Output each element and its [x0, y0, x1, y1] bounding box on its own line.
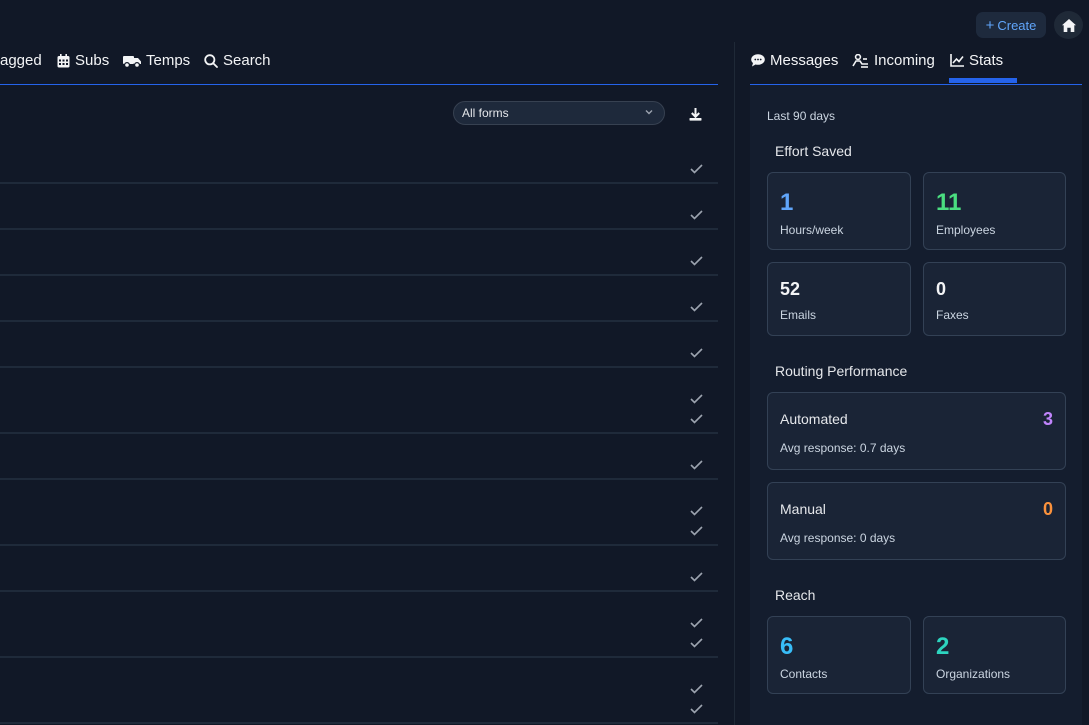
stat-card-employees: 11 Employees: [923, 172, 1066, 250]
routing-name: Automated: [780, 411, 848, 427]
create-label: Create: [997, 17, 1037, 33]
home-button[interactable]: [1054, 11, 1083, 39]
row-divider: [0, 590, 718, 592]
tab-label: Incoming: [874, 52, 935, 69]
check-icon: [690, 460, 703, 470]
check-icon: [690, 684, 703, 694]
stat-label: Emails: [780, 308, 817, 322]
check-icon: [690, 164, 703, 174]
stat-label: Hours/week: [780, 223, 844, 237]
chart-line-icon: [950, 54, 964, 67]
chat-icon: [751, 54, 765, 67]
routing-value: 3: [1042, 409, 1053, 429]
left-tab-bar: agged Subs Temps Search: [0, 40, 718, 85]
stat-card-faxes: 0 Faxes: [923, 262, 1066, 336]
stat-label: Employees: [936, 223, 996, 237]
tab-messages[interactable]: Messages: [751, 52, 838, 69]
check-icon: [690, 638, 703, 648]
check-icon: [690, 210, 703, 220]
check-icon: [690, 704, 703, 714]
row-divider: [0, 478, 718, 480]
check-icon: [690, 414, 703, 424]
tab-label: Subs: [75, 52, 110, 69]
check-icon: [690, 506, 703, 516]
tab-label: Messages: [770, 52, 839, 69]
row-divider: [0, 320, 718, 322]
download-icon: [689, 108, 702, 121]
active-tab-indicator: [949, 78, 1017, 83]
create-button[interactable]: + Create: [976, 12, 1046, 38]
row-divider: [0, 182, 718, 184]
row-divider: [0, 722, 718, 724]
stat-card-contacts: 6 Contacts: [767, 616, 911, 694]
section-title-reach: Reach: [775, 587, 816, 603]
stat-value: 2: [936, 633, 950, 660]
tab-label: Stats: [969, 52, 1004, 69]
routing-card-manual: Manual 0 Avg response: 0 days: [767, 482, 1066, 560]
tab-search[interactable]: Search: [204, 52, 271, 69]
check-icon: [690, 394, 703, 404]
routing-card-automated: Automated 3 Avg response: 0.7 days: [767, 392, 1066, 470]
chevron-down-icon: [645, 110, 653, 115]
row-divider: [0, 366, 718, 368]
section-title-routing: Routing Performance: [775, 363, 908, 379]
check-icon: [690, 572, 703, 582]
check-icon: [690, 618, 703, 628]
home-icon: [1061, 18, 1076, 32]
routing-name: Manual: [780, 501, 826, 517]
stat-value: 1: [780, 189, 794, 216]
stat-value: 11: [936, 189, 962, 216]
calendar-icon: [57, 53, 70, 67]
routing-avg-response: Avg response: 0 days: [780, 531, 896, 545]
tab-temps[interactable]: Temps: [123, 52, 190, 69]
search-icon: [204, 53, 218, 68]
truck-icon: [123, 55, 141, 68]
stat-label: Organizations: [936, 667, 1011, 681]
section-title-effort: Effort Saved: [775, 143, 852, 159]
row-divider: [0, 432, 718, 434]
tab-label: agged: [0, 52, 42, 69]
row-divider: [0, 656, 718, 658]
stat-card-emails: 52 Emails: [767, 262, 911, 336]
tab-label: Search: [223, 52, 271, 69]
stat-label: Faxes: [936, 308, 969, 322]
check-icon: [690, 256, 703, 266]
tab-tagged[interactable]: agged: [0, 52, 42, 69]
panel-divider: [734, 42, 735, 725]
stat-value: 0: [936, 279, 947, 299]
stat-value: 52: [780, 279, 801, 299]
stats-period: Last 90 days: [767, 109, 836, 123]
tab-incoming[interactable]: Incoming: [852, 52, 935, 69]
routing-avg-response: Avg response: 0.7 days: [780, 441, 906, 455]
stat-card-hours: 1 Hours/week: [767, 172, 911, 250]
row-divider: [0, 274, 718, 276]
form-filter-select[interactable]: All forms: [453, 101, 665, 125]
tab-label: Temps: [146, 52, 191, 69]
incoming-icon: [852, 53, 868, 68]
routing-value: 0: [1042, 499, 1053, 519]
tab-subs[interactable]: Subs: [57, 52, 109, 69]
right-tab-bar: Messages Incoming Stats: [750, 40, 1082, 85]
row-divider: [0, 228, 718, 230]
form-filter-value: All forms: [462, 106, 509, 120]
plus-icon: +: [985, 16, 995, 34]
download-button[interactable]: [688, 107, 703, 127]
stat-label: Contacts: [780, 667, 828, 681]
check-icon: [690, 526, 703, 536]
check-icon: [690, 302, 703, 312]
row-divider: [0, 544, 718, 546]
stat-value: 6: [780, 633, 794, 660]
tab-stats[interactable]: Stats: [950, 52, 1003, 69]
stat-card-organizations: 2 Organizations: [923, 616, 1066, 694]
check-icon: [690, 348, 703, 358]
